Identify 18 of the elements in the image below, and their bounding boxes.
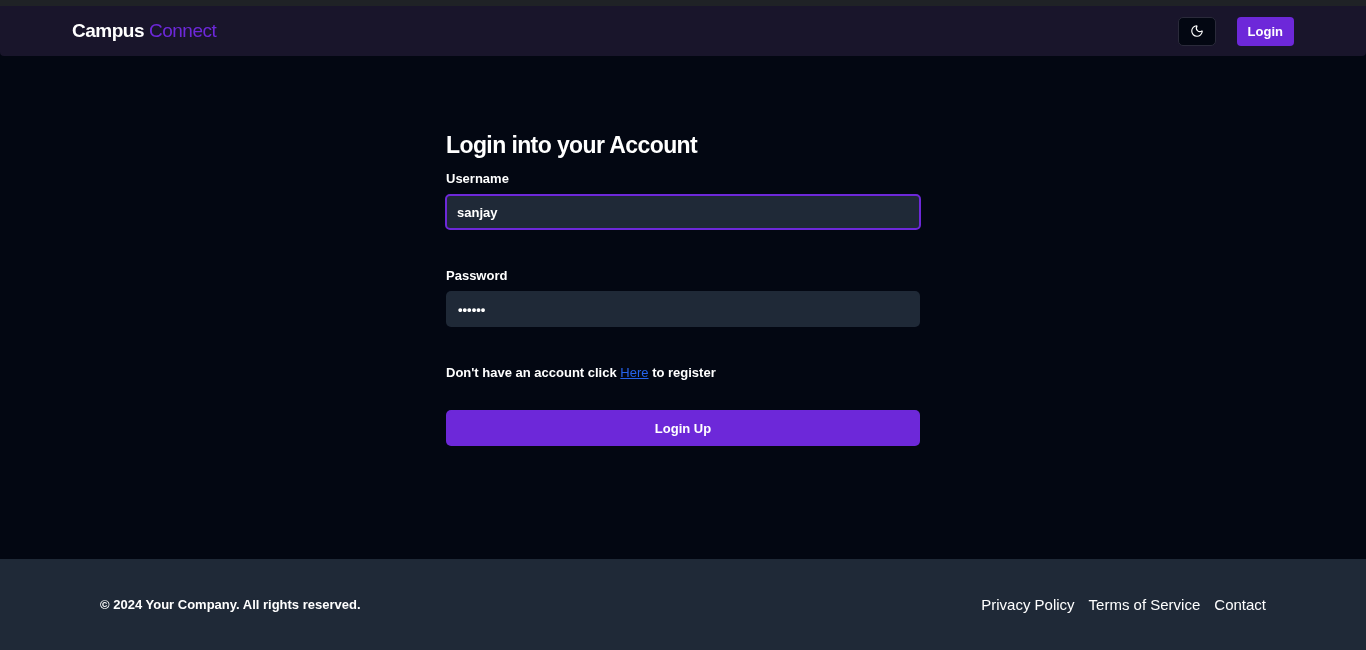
brand-logo[interactable]: Campus Connect [72,20,217,42]
brand-text: Campus [72,20,144,42]
theme-toggle-button[interactable] [1177,16,1216,46]
field-label: Username [446,171,510,186]
brand-text-accent: Connect [148,20,217,42]
copyright-text: © 2024 Your Company. All rights reserved. [100,597,361,612]
footer-link[interactable]: Terms of Service [1088,596,1201,613]
footer-link[interactable]: Contact [1214,596,1266,613]
register-prompt: Don't have an account click Here to register [446,365,717,380]
submit-button[interactable]: Login Up [446,410,920,446]
text-field[interactable]: sanjay [445,194,921,230]
text-field[interactable]: •••••• [446,291,920,327]
register-link[interactable]: Here [620,365,649,380]
field-label: Password [446,268,509,283]
moon-icon [1189,24,1204,38]
form-title: Login into your Account [446,132,699,159]
login-button[interactable]: Login [1236,16,1294,46]
footer-link[interactable]: Privacy Policy [981,596,1075,613]
